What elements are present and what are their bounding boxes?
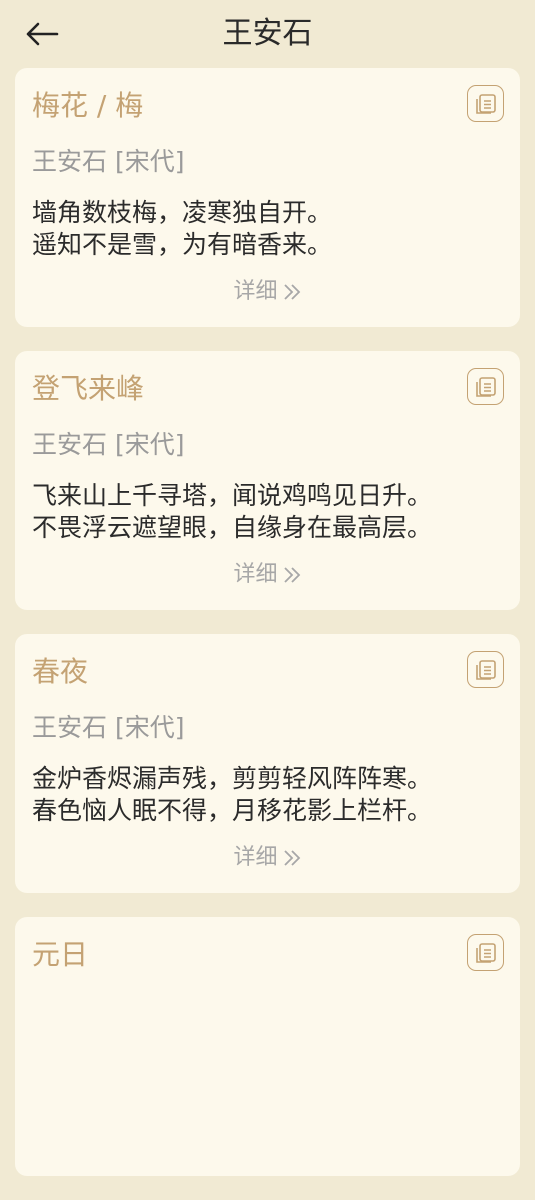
detail-label: 详细: [233, 279, 278, 304]
copy-button[interactable]: [467, 934, 504, 971]
poem-author: 王安石 [宋代]: [32, 430, 185, 459]
detail-label: 详细: [233, 562, 278, 587]
copy-button[interactable]: [467, 368, 504, 405]
detail-link[interactable]: 详细: [15, 276, 520, 308]
double-chevron-right-icon: [283, 567, 300, 583]
poem-list: 梅花 / 梅 王安石 [宋代] 墙角数枝梅，凌寒独自开。 遥知不是雪，为有暗香来…: [15, 68, 520, 1200]
poem-text: 飞来山上千寻塔，闻说鸡鸣见日升。 不畏浮云遮望眼，自缘身在最高层。: [32, 480, 432, 544]
app-header: 王安石: [0, 0, 535, 68]
poem-title[interactable]: 元日: [32, 935, 88, 975]
double-chevron-right-icon: [283, 284, 300, 300]
poem-line: 春色恼人眠不得，月移花影上栏杆。: [32, 796, 433, 825]
copy-icon: [475, 93, 496, 114]
poem-card[interactable]: 登飞来峰 王安石 [宋代] 飞来山上千寻塔，闻说鸡鸣见日升。 不畏浮云遮望眼，自…: [15, 351, 520, 610]
copy-icon: [475, 376, 496, 397]
copy-button[interactable]: [467, 85, 504, 122]
detail-link[interactable]: 详细: [15, 559, 520, 591]
detail-link[interactable]: 详细: [15, 842, 520, 874]
poem-author: 王安石 [宋代]: [32, 713, 185, 742]
poem-card[interactable]: 梅花 / 梅 王安石 [宋代] 墙角数枝梅，凌寒独自开。 遥知不是雪，为有暗香来…: [15, 68, 520, 327]
poem-title[interactable]: 梅花 / 梅: [32, 86, 143, 126]
poem-title[interactable]: 登飞来峰: [32, 369, 144, 409]
poem-line: 不畏浮云遮望眼，自缘身在最高层。: [32, 513, 433, 542]
poem-card[interactable]: 春夜 王安石 [宋代] 金炉香烬漏声残，剪剪轻风阵阵寒。 春色恼人眠不得，月移花…: [15, 634, 520, 893]
poem-line: 遥知不是雪，为有暗香来。: [32, 230, 333, 259]
poem-title[interactable]: 春夜: [32, 652, 88, 692]
poem-line: 金炉香烬漏声残，剪剪轻风阵阵寒。: [32, 764, 433, 793]
copy-button[interactable]: [467, 651, 504, 688]
poem-line: 墙角数枝梅，凌寒独自开。: [32, 198, 333, 227]
poem-card[interactable]: 元日: [15, 917, 520, 1176]
double-chevron-right-icon: [283, 850, 300, 866]
page-title: 王安石: [222, 16, 313, 51]
copy-icon: [475, 942, 496, 963]
copy-icon: [475, 659, 496, 680]
poem-author: 王安石 [宋代]: [32, 147, 185, 176]
poem-text: 墙角数枝梅，凌寒独自开。 遥知不是雪，为有暗香来。: [32, 197, 332, 261]
poem-line: 飞来山上千寻塔，闻说鸡鸣见日升。: [32, 481, 433, 510]
detail-label: 详细: [233, 845, 278, 870]
poem-text: 金炉香烬漏声残，剪剪轻风阵阵寒。 春色恼人眠不得，月移花影上栏杆。: [32, 763, 432, 827]
